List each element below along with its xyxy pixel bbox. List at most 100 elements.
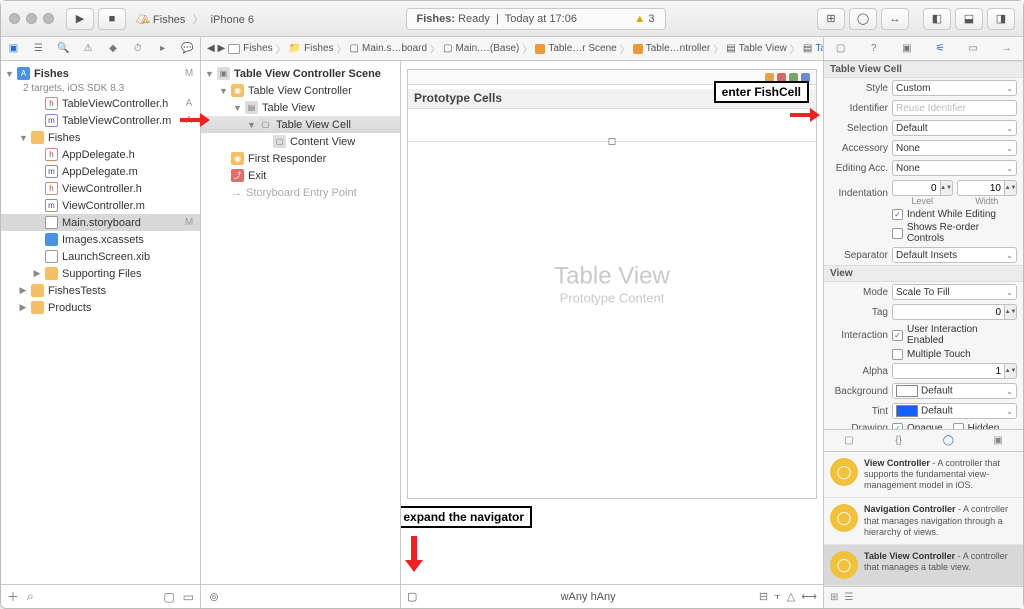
titlebar: ▶ ■ ⛺︎ Fishes 〉 iPhone 6 Fishes: Ready |…	[1, 1, 1023, 37]
tag-stepper[interactable]: ▲▼	[892, 304, 1017, 320]
nav-item[interactable]: hTableViewController.hA	[1, 95, 200, 112]
outline-scene[interactable]: Table View Controller Scene	[234, 68, 381, 80]
attributes-inspector[interactable]: Table View Cell StyleCustom⌄ IdentifierR…	[823, 61, 1023, 608]
pin-button[interactable]: ⫟	[774, 590, 781, 603]
run-button[interactable]: ▶	[66, 8, 94, 30]
media-library-icon[interactable]: ▣	[991, 435, 1005, 446]
toggle-navigator-button[interactable]: ◧	[923, 8, 951, 30]
test-navigator-icon[interactable]: ◆	[106, 42, 120, 56]
stop-button[interactable]: ■	[98, 8, 126, 30]
identity-inspector-icon[interactable]: ▣	[900, 43, 914, 54]
shows-reorder-checkbox[interactable]	[892, 228, 903, 239]
find-navigator-icon[interactable]: 🔍	[56, 42, 70, 56]
toggle-inspector-button[interactable]: ◨	[987, 8, 1015, 30]
nav-item[interactable]: mViewController.m	[1, 197, 200, 214]
toggle-outline-button[interactable]: ▢	[407, 590, 417, 603]
nav-item[interactable]: LaunchScreen.xib	[1, 248, 200, 265]
editor-assistant-button[interactable]: ◯	[849, 8, 877, 30]
filter-icon[interactable]: ▭	[183, 590, 194, 604]
tint-select[interactable]: Default⌄	[892, 403, 1017, 419]
object-library[interactable]: ▢ {} ◯ ▣ ◯View Controller - A controller…	[824, 429, 1023, 609]
project-navigator-icon[interactable]: ▣	[6, 42, 20, 56]
selection-select[interactable]: Default⌄	[892, 120, 1017, 136]
close-icon[interactable]	[9, 13, 20, 24]
outline-tableview[interactable]: Table View	[262, 102, 315, 114]
file-inspector-icon[interactable]: ▢	[834, 43, 848, 54]
inspector-tabs[interactable]: ▢ ? ▣ ⚟ ▭ →	[823, 37, 1023, 60]
toggle-debug-button[interactable]: ⬓	[955, 8, 983, 30]
nav-item[interactable]: hAppDelegate.h	[1, 146, 200, 163]
editing-accessory-select[interactable]: None⌄	[892, 160, 1017, 176]
editor-version-button[interactable]: ↔	[881, 8, 909, 30]
connections-inspector-icon[interactable]: →	[999, 43, 1013, 54]
nav-item[interactable]: mAppDelegate.m	[1, 163, 200, 180]
identifier-field[interactable]: Reuse Identifier	[892, 100, 1017, 116]
alpha-stepper[interactable]: ▲▼	[892, 363, 1017, 379]
library-item[interactable]: ◯Table View Controller - A controller th…	[824, 545, 1023, 586]
library-item[interactable]: ◯Navigation Controller - A controller th…	[824, 498, 1023, 545]
file-template-library-icon[interactable]: ▢	[842, 435, 856, 446]
filter-recent-icon[interactable]: ⌕	[27, 589, 34, 604]
attributes-inspector-icon[interactable]: ⚟	[933, 43, 947, 54]
resizing-button[interactable]: ⟷	[801, 590, 817, 603]
debug-navigator-icon[interactable]: ⏱	[131, 42, 145, 56]
nav-item[interactable]: ▼Fishes	[1, 129, 200, 146]
prototype-cell[interactable]	[408, 109, 816, 142]
resolve-button[interactable]: △	[787, 590, 795, 603]
symbol-navigator-icon[interactable]: ☰	[31, 42, 45, 56]
nav-item[interactable]: Main.storyboardM	[1, 214, 200, 231]
breakpoint-navigator-icon[interactable]: ▸	[156, 42, 170, 56]
outline-controller[interactable]: Table View Controller	[248, 85, 352, 97]
filter-scm-icon[interactable]: ▢	[163, 590, 174, 604]
scheme-picker[interactable]: ⛺︎ Fishes 〉 iPhone 6	[136, 11, 254, 27]
separator-select[interactable]: Default Insets⌄	[892, 247, 1017, 263]
nav-item[interactable]: Images.xcassets	[1, 231, 200, 248]
project-navigator[interactable]: ▼AFishesM2 targets, iOS SDK 8.3hTableVie…	[1, 61, 201, 608]
nav-item[interactable]: ▶Supporting Files	[1, 265, 200, 282]
style-select[interactable]: Custom⌄	[892, 80, 1017, 96]
mode-select[interactable]: Scale To Fill⌄	[892, 284, 1017, 300]
editor-standard-button[interactable]: ⊞	[817, 8, 845, 30]
nav-item[interactable]: ▶FishesTests	[1, 282, 200, 299]
outline-first-responder[interactable]: First Responder	[248, 153, 326, 165]
window-controls[interactable]	[9, 13, 54, 24]
issue-navigator-icon[interactable]: ⚠	[81, 42, 95, 56]
tableview-watermark: Table View Prototype Content	[554, 263, 670, 306]
jump-bar[interactable]: ◀ ▶ AFishes〉 📁 Fishes〉 ▢ Main.s…board〉 ▢…	[201, 37, 823, 60]
outline-entry: Storyboard Entry Point	[246, 187, 357, 199]
outline-filter-icon[interactable]: ⊚	[209, 590, 219, 604]
nav-item[interactable]: ▶Products	[1, 299, 200, 316]
project-row[interactable]: ▼AFishesM	[1, 65, 200, 82]
arrow-right-icon	[790, 108, 820, 122]
library-list-icon[interactable]: ☰	[844, 592, 853, 603]
user-interaction-checkbox[interactable]: ✓	[892, 330, 903, 341]
size-inspector-icon[interactable]: ▭	[966, 43, 980, 54]
navigator-tabs[interactable]: ▣ ☰ 🔍 ⚠ ◆ ⏱ ▸ 💬	[1, 37, 201, 60]
report-navigator-icon[interactable]: 💬	[181, 42, 195, 56]
scene-frame[interactable]: Prototype Cells Table View Prototype Con…	[407, 69, 817, 499]
accessory-select[interactable]: None⌄	[892, 140, 1017, 156]
align-button[interactable]: ⊟	[759, 590, 768, 603]
multiple-touch-checkbox[interactable]	[892, 349, 903, 360]
outline-contentview[interactable]: Content View	[290, 136, 355, 148]
size-class-control[interactable]: wAny hAny	[425, 591, 750, 603]
nav-item[interactable]: mTableViewController.mA	[1, 112, 200, 129]
add-button[interactable]: ＋	[7, 588, 19, 605]
help-inspector-icon[interactable]: ?	[867, 43, 881, 54]
object-library-icon[interactable]: ◯	[941, 435, 955, 446]
background-select[interactable]: Default⌄	[892, 383, 1017, 399]
minimize-icon[interactable]	[26, 13, 37, 24]
outline-cell[interactable]: Table View Cell	[276, 119, 351, 131]
library-grid-icon[interactable]: ⊞	[830, 592, 838, 603]
indent-while-editing-checkbox[interactable]: ✓	[892, 209, 903, 220]
resize-handle[interactable]	[609, 138, 616, 145]
indent-width-stepper[interactable]: ▲▼	[957, 180, 1018, 196]
code-snippet-library-icon[interactable]: {}	[892, 435, 906, 446]
indent-level-stepper[interactable]: ▲▼	[892, 180, 953, 196]
document-outline[interactable]: ▼▣Table View Controller Scene ▼◉Table Vi…	[201, 61, 401, 608]
storyboard-canvas[interactable]: Prototype Cells Table View Prototype Con…	[401, 61, 823, 584]
nav-item[interactable]: hViewController.h	[1, 180, 200, 197]
outline-exit[interactable]: Exit	[248, 170, 266, 182]
library-item[interactable]: ◯View Controller - A controller that sup…	[824, 452, 1023, 499]
zoom-icon[interactable]	[43, 13, 54, 24]
